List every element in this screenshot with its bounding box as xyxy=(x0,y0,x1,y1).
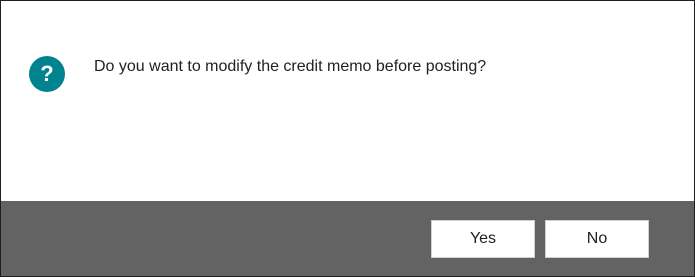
no-button[interactable]: No xyxy=(545,220,649,258)
question-icon-glyph: ? xyxy=(40,61,54,86)
dialog-footer: Yes No xyxy=(1,201,694,276)
dialog-message: Do you want to modify the credit memo be… xyxy=(94,58,487,75)
yes-button[interactable]: Yes xyxy=(431,220,535,258)
dialog-content: ? Do you want to modify the credit memo … xyxy=(1,1,694,201)
question-icon: ? xyxy=(29,56,65,92)
confirm-dialog: ? Do you want to modify the credit memo … xyxy=(0,0,695,277)
